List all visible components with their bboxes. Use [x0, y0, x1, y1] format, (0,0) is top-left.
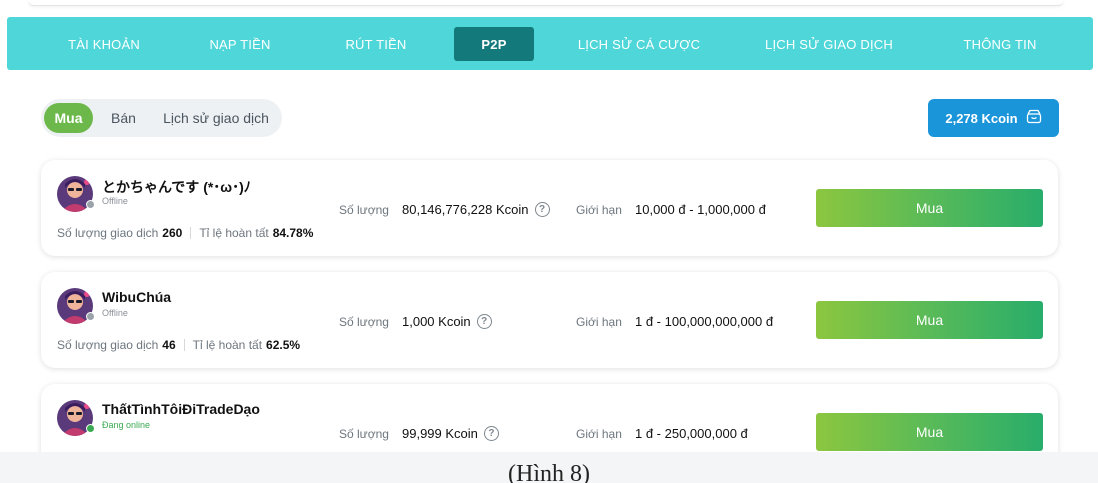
- segment-buy[interactable]: Mua: [44, 103, 93, 133]
- limit-value: 10,000 đ - 1,000,000 đ: [635, 202, 766, 217]
- tx-count-label: Số lượng giao dịch: [57, 338, 159, 352]
- quantity-value: 1,000 Kcoin?: [402, 314, 492, 329]
- figure-caption: (Hình 8): [508, 461, 590, 483]
- tx-count-value: 46: [162, 338, 176, 352]
- segment-sell[interactable]: Bán: [101, 103, 146, 133]
- help-icon[interactable]: ?: [534, 202, 550, 217]
- quantity-value: 99,999 Kcoin?: [402, 426, 499, 441]
- offline-status-dot: [86, 312, 95, 321]
- offer-card: ThấtTìnhTôiĐiTradeDạo Đang online Số lượ…: [41, 384, 1058, 452]
- offer-card: WibuChúa Offline Số lượng giao dịch 46 Tỉ…: [41, 272, 1058, 368]
- limit-value: 1 đ - 250,000,000 đ: [635, 426, 748, 441]
- tab-bet-history[interactable]: LỊCH SỬ CÁ CƯỢC: [577, 27, 701, 61]
- offer-card: とかちゃんです (*･ω･)ﾉ Offline Số lượng giao dị…: [41, 160, 1058, 256]
- tab-transaction-history[interactable]: LỊCH SỬ GIAO DỊCH: [763, 27, 895, 61]
- help-icon[interactable]: ?: [483, 426, 499, 441]
- seller-stats: Số lượng giao dịch 260 Tỉ lệ hoàn tất 84.7…: [57, 226, 313, 240]
- divider: [183, 339, 185, 351]
- limit-label: Giới hạn: [576, 427, 622, 441]
- tx-count-label: Số lượng giao dịch: [57, 226, 159, 240]
- offline-status-dot: [86, 200, 95, 209]
- trade-mode-switch: Mua Bán Lịch sử giao dịch: [41, 99, 282, 137]
- buy-button[interactable]: Mua: [816, 189, 1043, 227]
- completion-value: 62.5%: [266, 338, 301, 352]
- buy-button[interactable]: Mua: [816, 413, 1043, 451]
- limit-value: 1 đ - 100,000,000,000 đ: [635, 314, 774, 329]
- quantity-label: Số lượng: [339, 315, 389, 329]
- online-status-dot: [86, 424, 95, 433]
- completion-value: 84.78%: [272, 226, 314, 240]
- top-strip: [28, 0, 1064, 6]
- balance-button[interactable]: 2,278 Kcoin: [928, 99, 1059, 137]
- quantity-text: 99,999 Kcoin: [402, 426, 478, 441]
- seller-name[interactable]: WibuChúa: [102, 289, 171, 305]
- seller-name[interactable]: とかちゃんです (*･ω･)ﾉ: [102, 177, 251, 197]
- limit-label: Giới hạn: [576, 203, 622, 217]
- tab-p2p[interactable]: P2P: [454, 27, 534, 61]
- tab-withdraw[interactable]: RÚT TIỀN: [337, 27, 415, 61]
- buy-button[interactable]: Mua: [816, 301, 1043, 339]
- tab-info[interactable]: THÔNG TIN: [957, 27, 1043, 61]
- p2p-page: TÀI KHOẢN NẠP TIỀN RÚT TIỀN P2P LỊCH SỬ …: [0, 0, 1098, 452]
- quantity-text: 1,000 Kcoin: [402, 314, 471, 329]
- tx-count-value: 260: [162, 226, 183, 240]
- seller-status: Offline: [102, 308, 128, 318]
- help-icon[interactable]: ?: [476, 314, 492, 329]
- quantity-text: 80,146,776,228 Kcoin: [402, 202, 529, 217]
- seller-name[interactable]: ThấtTìnhTôiĐiTradeDạo: [102, 401, 260, 417]
- seller-status: Offline: [102, 196, 128, 206]
- tab-deposit[interactable]: NẠP TIỀN: [200, 27, 280, 61]
- quantity-label: Số lượng: [339, 427, 389, 441]
- completion-label: Tỉ lệ hoàn tất: [199, 226, 269, 240]
- divider: [190, 227, 192, 239]
- tab-account[interactable]: TÀI KHOẢN: [59, 27, 149, 61]
- balance-label: 2,278 Kcoin: [945, 110, 1018, 126]
- quantity-label: Số lượng: [339, 203, 389, 217]
- seller-status: Đang online: [102, 420, 151, 430]
- segment-history[interactable]: Lịch sử giao dịch: [155, 103, 277, 133]
- completion-label: Tỉ lệ hoàn tất: [192, 338, 263, 352]
- quantity-value: 80,146,776,228 Kcoin?: [402, 202, 550, 217]
- limit-label: Giới hạn: [576, 315, 622, 329]
- seller-stats: Số lượng giao dịch 46 Tỉ lệ hoàn tất 62.5%: [57, 338, 300, 352]
- main-nav: TÀI KHOẢN NẠP TIỀN RÚT TIỀN P2P LỊCH SỬ …: [7, 17, 1093, 70]
- wallet-icon: [1026, 109, 1042, 127]
